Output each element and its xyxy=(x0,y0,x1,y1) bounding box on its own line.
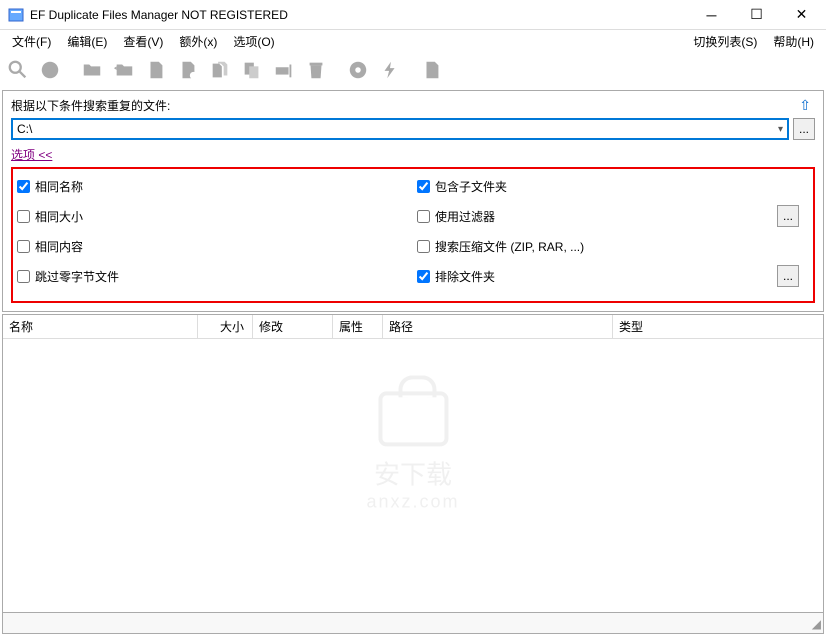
filter-browse-button[interactable]: ... xyxy=(777,205,799,227)
cb-search-archive[interactable] xyxy=(417,240,430,253)
menubar: 文件(F) 编辑(E) 查看(V) 额外(x) 选项(O) 切换列表(S) 帮助… xyxy=(0,30,826,52)
path-combobox[interactable]: C:\ ▾ xyxy=(11,118,789,140)
resize-grip-icon[interactable]: ◢ xyxy=(812,617,821,631)
disc-icon[interactable] xyxy=(344,56,372,84)
search-label: 根据以下条件搜索重复的文件: xyxy=(11,97,795,114)
window-title: EF Duplicate Files Manager NOT REGISTERE… xyxy=(30,8,689,22)
rename-icon[interactable] xyxy=(270,56,298,84)
folder-move-icon[interactable] xyxy=(110,56,138,84)
col-path[interactable]: 路径 xyxy=(383,315,613,339)
lbl-search-archive: 搜索压缩文件 (ZIP, RAR, ...) xyxy=(435,238,584,255)
toolbar xyxy=(0,52,826,88)
lbl-same-size: 相同大小 xyxy=(35,208,83,225)
col-name[interactable]: 名称 xyxy=(3,315,198,339)
cb-use-filter[interactable] xyxy=(417,210,430,223)
cb-same-content[interactable] xyxy=(17,240,30,253)
lbl-same-name: 相同名称 xyxy=(35,178,83,195)
folder-icon[interactable] xyxy=(78,56,106,84)
search-icon[interactable] xyxy=(4,56,32,84)
chevron-down-icon[interactable]: ▾ xyxy=(778,124,783,135)
app-icon xyxy=(8,7,24,23)
options-area: 相同名称 相同大小 相同内容 跳过零字节文件 包含子文件夹 使用过滤器... 搜… xyxy=(11,167,815,303)
statusbar: ◢ xyxy=(2,612,824,634)
col-modified[interactable]: 修改 xyxy=(253,315,333,339)
column-headers: 名称 大小 修改 属性 路径 类型 xyxy=(3,315,823,339)
close-button[interactable]: ✕ xyxy=(779,0,824,29)
menu-options[interactable]: 选项(O) xyxy=(225,31,282,52)
minimize-button[interactable]: ─ xyxy=(689,0,734,29)
results-list: 名称 大小 修改 属性 路径 类型 安下载 anxz.com xyxy=(2,314,824,614)
titlebar: EF Duplicate Files Manager NOT REGISTERE… xyxy=(0,0,826,30)
col-type[interactable]: 类型 xyxy=(613,315,823,339)
cb-same-size[interactable] xyxy=(17,210,30,223)
maximize-button[interactable]: ☐ xyxy=(734,0,779,29)
menu-extra[interactable]: 额外(x) xyxy=(171,31,225,52)
menu-view[interactable]: 查看(V) xyxy=(115,31,171,52)
search-panel: 根据以下条件搜索重复的文件: ⇧ C:\ ▾ ... 选项 << 相同名称 相同… xyxy=(2,90,824,312)
exclude-browse-button[interactable]: ... xyxy=(777,265,799,287)
trash-icon[interactable] xyxy=(302,56,330,84)
file-new-icon[interactable] xyxy=(174,56,202,84)
lbl-use-filter: 使用过滤器 xyxy=(435,208,495,225)
cb-skip-zero[interactable] xyxy=(17,270,30,283)
path-value: C:\ xyxy=(17,122,778,136)
cb-exclude-folder[interactable] xyxy=(417,270,430,283)
menu-edit[interactable]: 编辑(E) xyxy=(59,31,115,52)
copy-icon[interactable] xyxy=(238,56,266,84)
lbl-skip-zero: 跳过零字节文件 xyxy=(35,268,119,285)
cb-same-name[interactable] xyxy=(17,180,30,193)
document-icon[interactable] xyxy=(418,56,446,84)
file-icon[interactable] xyxy=(142,56,170,84)
stop-icon[interactable] xyxy=(36,56,64,84)
browse-button[interactable]: ... xyxy=(793,118,815,140)
collapse-icon[interactable]: ⇧ xyxy=(795,97,815,114)
lightning-icon[interactable] xyxy=(376,56,404,84)
col-size[interactable]: 大小 xyxy=(198,315,253,339)
files-icon[interactable] xyxy=(206,56,234,84)
options-link[interactable]: 选项 << xyxy=(11,148,52,162)
lbl-exclude-folder: 排除文件夹 xyxy=(435,268,495,285)
cb-include-sub[interactable] xyxy=(417,180,430,193)
col-attr[interactable]: 属性 xyxy=(333,315,383,339)
watermark: 安下载 anxz.com xyxy=(366,391,459,512)
menu-help[interactable]: 帮助(H) xyxy=(765,31,822,52)
lbl-include-sub: 包含子文件夹 xyxy=(435,178,507,195)
lbl-same-content: 相同内容 xyxy=(35,238,83,255)
menu-switch-list[interactable]: 切换列表(S) xyxy=(685,31,765,52)
menu-file[interactable]: 文件(F) xyxy=(4,31,59,52)
